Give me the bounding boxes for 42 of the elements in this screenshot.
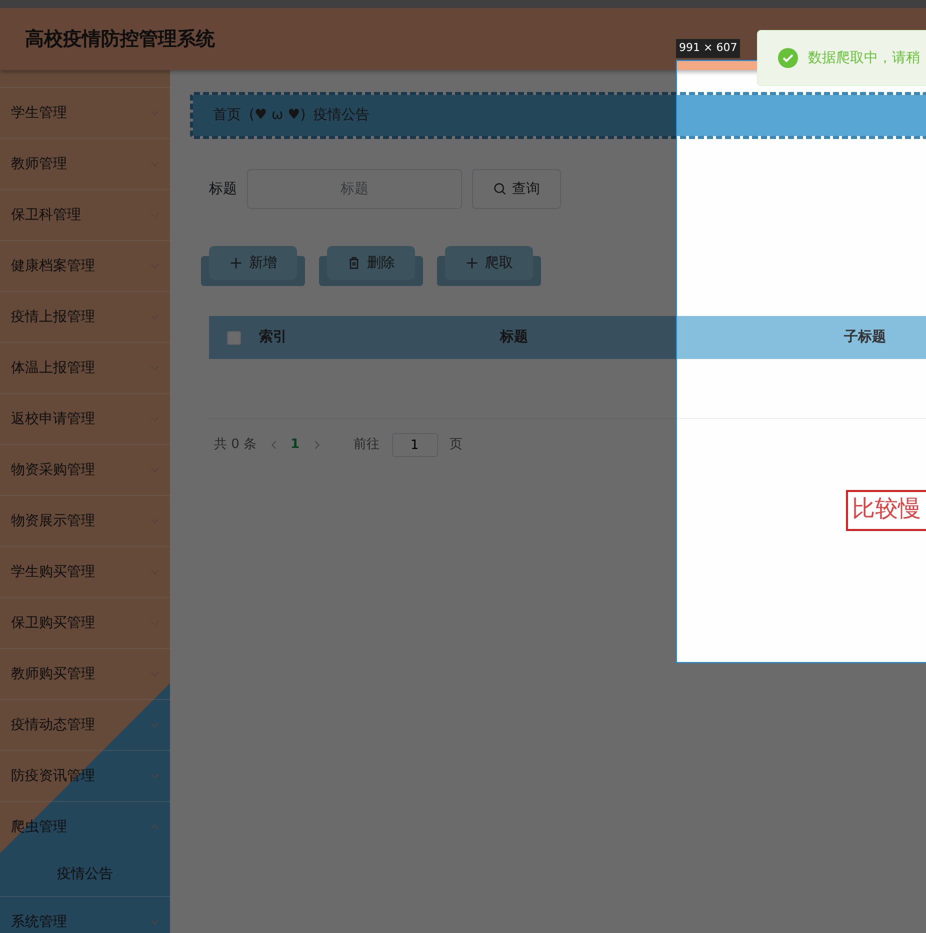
menu-item[interactable]: 教师管理 bbox=[0, 138, 170, 189]
select-all-checkbox[interactable] bbox=[227, 330, 241, 344]
menu-item[interactable]: 系统管理 bbox=[0, 896, 170, 933]
menu-item[interactable]: 爬虫管理 bbox=[0, 801, 170, 852]
breadcrumb-current: 疫情公告 bbox=[314, 106, 370, 125]
menu-item[interactable]: 物资采购管理 bbox=[0, 444, 170, 495]
capture-size-label: 991 × 607 bbox=[676, 39, 740, 58]
annotation-text: 比较慢 bbox=[846, 490, 926, 530]
menu-item[interactable]: 疫情动态管理 bbox=[0, 699, 170, 750]
menu-item[interactable]: 返校申请管理 bbox=[0, 393, 170, 444]
goto-label: 前往 bbox=[354, 436, 380, 454]
action-button[interactable]: 爬取 bbox=[445, 246, 533, 280]
menu-item[interactable]: 保卫科管理 bbox=[0, 189, 170, 240]
action-button[interactable]: 删除 bbox=[327, 246, 415, 280]
column-header: 标题 bbox=[498, 328, 529, 347]
breadcrumb-link[interactable]: 首页 bbox=[213, 105, 241, 126]
menu-item[interactable]: 学生管理 bbox=[0, 87, 170, 138]
action-button[interactable]: 新增 bbox=[209, 246, 297, 280]
app-title: 高校疫情防控管理系统 bbox=[25, 26, 215, 52]
search-label: 标题 bbox=[209, 180, 237, 198]
menu-item[interactable]: 教师购买管理 bbox=[0, 648, 170, 699]
menu-item[interactable]: 保卫购买管理 bbox=[0, 597, 170, 648]
column-header: 索引 bbox=[259, 328, 288, 347]
search-button[interactable]: 查询 bbox=[472, 169, 561, 209]
submenu-item[interactable]: 疫情公告 bbox=[0, 852, 170, 896]
goto-page-field[interactable]: 1 bbox=[392, 433, 438, 457]
toast-text: 数据爬取中，请稍 bbox=[808, 48, 920, 68]
menu-item[interactable]: 物资展示管理 bbox=[0, 495, 170, 546]
menu-item[interactable]: 体温上报管理 bbox=[0, 342, 170, 393]
menu-item[interactable]: 疫情上报管理 bbox=[0, 291, 170, 342]
search-icon bbox=[493, 182, 507, 196]
plus-icon bbox=[229, 256, 243, 270]
success-icon bbox=[778, 48, 798, 68]
breadcrumb-separator: (♥ ω ♥) bbox=[249, 106, 306, 125]
total-count: 共 0 条 bbox=[214, 436, 257, 454]
menu-item[interactable]: 学生购买管理 bbox=[0, 546, 170, 597]
page-unit: 页 bbox=[450, 436, 463, 454]
column-header: 子标题 bbox=[843, 328, 887, 347]
trash-icon bbox=[347, 256, 361, 270]
page-number[interactable]: 1 bbox=[290, 435, 300, 455]
plus-icon bbox=[465, 256, 479, 270]
menu-item[interactable]: 健康档案管理 bbox=[0, 240, 170, 291]
